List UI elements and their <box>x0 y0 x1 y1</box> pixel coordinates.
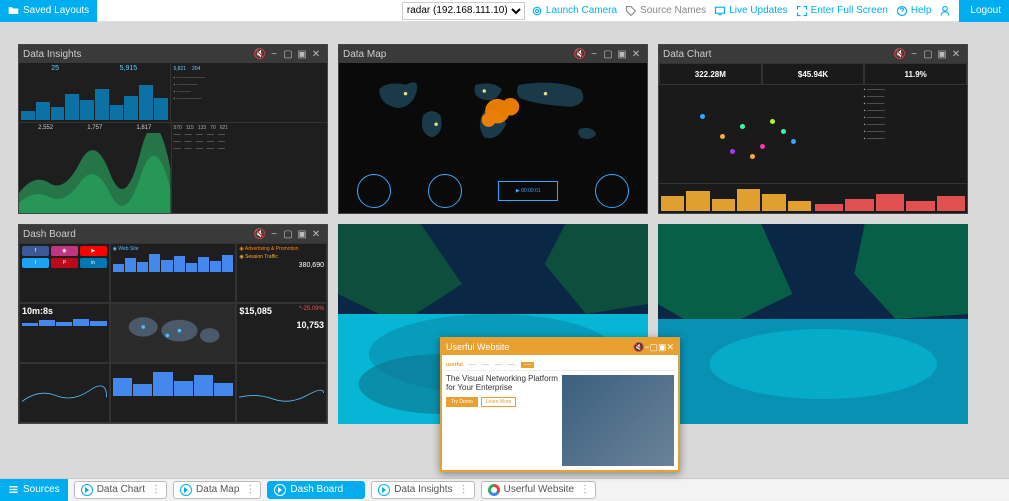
more-icon[interactable]: ⋮ <box>459 484 468 495</box>
window-icon[interactable]: ▢ <box>281 47 295 61</box>
scenic-image <box>658 224 968 424</box>
window-icon[interactable]: ▢ <box>649 342 658 353</box>
source-pill-data-insights[interactable]: Data Insights⋮ <box>371 481 474 499</box>
help-button[interactable]: Help <box>896 5 932 17</box>
monitor-icon <box>714 5 726 17</box>
stat-value: 11.9% <box>864 63 967 85</box>
close-icon[interactable]: ✕ <box>629 47 643 61</box>
play-icon <box>81 484 93 496</box>
mute-icon[interactable]: 🔇 <box>253 227 267 241</box>
panel-title: Data Chart <box>663 49 893 60</box>
globe-widget <box>357 174 391 208</box>
counter-widget: ▶ 00:00:01 <box>498 181 558 201</box>
window-icon[interactable]: ▢ <box>281 227 295 241</box>
bar-chart <box>813 184 967 213</box>
gauge-widget <box>595 174 629 208</box>
mute-icon[interactable]: 🔇 <box>573 47 587 61</box>
panel-data-insights[interactable]: Data Insights 🔇 − ▢ ▣ ✕ 25 5,915 5,82120… <box>18 44 328 214</box>
logout-button[interactable]: Logout <box>959 0 1009 22</box>
more-icon[interactable]: ⋮ <box>245 484 254 495</box>
host-select[interactable]: radar (192.168.111.10) <box>402 2 525 20</box>
source-pill-data-chart[interactable]: Data Chart⋮ <box>74 481 167 499</box>
panel-body: userful────────── The Visual Networking … <box>442 355 678 470</box>
maximize-icon[interactable]: ▣ <box>295 47 309 61</box>
hero-image <box>562 375 674 466</box>
play-icon <box>378 484 390 496</box>
maximize-icon[interactable]: ▣ <box>658 342 667 353</box>
chrome-icon <box>488 484 500 496</box>
panel-title: Userful Website <box>446 342 633 352</box>
layout-canvas[interactable]: Data Insights 🔇 − ▢ ▣ ✕ 25 5,915 5,82120… <box>0 22 1009 478</box>
mini-world-map <box>110 303 237 363</box>
panel-header[interactable]: Data Map 🔇 − ▢ ▣ ✕ <box>339 45 647 63</box>
panel-body: 25 5,915 5,821204 ▪ ────────▪ ──────▪ ──… <box>19 63 327 213</box>
expand-icon <box>796 5 808 17</box>
top-bar: Saved Layouts radar (192.168.111.10) Lau… <box>0 0 1009 22</box>
panel-header[interactable]: Data Chart 🔇 − ▢ ▣ ✕ <box>659 45 967 63</box>
panel-lake-2[interactable] <box>658 224 968 424</box>
panel-dash-board[interactable]: Dash Board 🔇 − ▢ ▣ ✕ f◉▶ tPin ◉ Web Site… <box>18 224 328 424</box>
sources-tab[interactable]: Sources <box>0 479 68 501</box>
maximize-icon[interactable]: ▣ <box>615 47 629 61</box>
bar-chart <box>659 184 813 213</box>
play-icon <box>274 484 286 496</box>
panel-data-chart[interactable]: Data Chart 🔇 − ▢ ▣ ✕ 322.28M $45.94K 11.… <box>658 44 968 214</box>
folder-icon <box>8 5 19 16</box>
user-button[interactable] <box>939 5 951 17</box>
window-icon[interactable]: ▢ <box>601 47 615 61</box>
more-icon[interactable]: ⋮ <box>349 484 358 495</box>
panel-body: 322.28M $45.94K 11.9% ▪ ─────▪ ─── <box>659 63 967 213</box>
more-icon[interactable]: ⋮ <box>580 484 589 495</box>
launch-camera-button[interactable]: Launch Camera <box>531 5 617 17</box>
fullscreen-button[interactable]: Enter Full Screen <box>796 5 888 17</box>
minimize-icon[interactable]: − <box>587 47 601 61</box>
panel-title: Dash Board <box>23 229 253 240</box>
live-updates-button[interactable]: Live Updates <box>714 5 787 17</box>
source-names-button[interactable]: Source Names <box>625 5 706 17</box>
panel-header[interactable]: Dash Board 🔇 − ▢ ▣ ✕ <box>19 225 327 243</box>
user-icon <box>939 5 951 17</box>
mute-icon[interactable]: 🔇 <box>253 47 267 61</box>
tag-icon <box>625 5 637 17</box>
minimize-icon[interactable]: − <box>267 47 281 61</box>
maximize-icon[interactable]: ▣ <box>295 227 309 241</box>
close-icon[interactable]: ✕ <box>949 47 963 61</box>
panel-title: Data Map <box>343 49 573 60</box>
play-icon <box>180 484 192 496</box>
help-icon <box>896 5 908 17</box>
panel-title: Data Insights <box>23 49 253 60</box>
globe-widget <box>428 174 462 208</box>
scatter-plot <box>659 85 862 183</box>
headline: The Visual Networking Platform for Your … <box>446 375 558 393</box>
legend: ▪ ─────▪ ─────▪ ─────▪ ─────▪ ─────▪ ───… <box>862 85 967 183</box>
close-icon[interactable]: ✕ <box>309 227 323 241</box>
panel-body: f◉▶ tPin ◉ Web Site ◉ Advertising & Prom… <box>19 243 327 423</box>
mute-icon[interactable]: 🔇 <box>633 342 644 353</box>
more-icon[interactable]: ⋮ <box>151 484 160 495</box>
list-icon <box>8 484 19 495</box>
source-pill-dash-board[interactable]: Dash Board⋮ <box>267 481 365 499</box>
panel-userful-website[interactable]: Userful Website 🔇 − ▢ ▣ ✕ userful───────… <box>440 337 680 472</box>
camera-icon <box>531 5 543 17</box>
close-icon[interactable]: ✕ <box>309 47 323 61</box>
source-pill-data-map[interactable]: Data Map⋮ <box>173 481 261 499</box>
panel-body: ▶ 00:00:01 <box>339 63 647 213</box>
panel-header[interactable]: Userful Website 🔇 − ▢ ▣ ✕ <box>442 339 678 355</box>
close-icon[interactable]: ✕ <box>666 342 674 353</box>
minimize-icon[interactable]: − <box>907 47 921 61</box>
maximize-icon[interactable]: ▣ <box>935 47 949 61</box>
panel-data-map[interactable]: Data Map 🔇 − ▢ ▣ ✕ <box>338 44 648 214</box>
cta-secondary[interactable]: Learn More <box>481 397 517 407</box>
mute-icon[interactable]: 🔇 <box>893 47 907 61</box>
source-pill-userful-website[interactable]: Userful Website⋮ <box>481 481 596 499</box>
minimize-icon[interactable]: − <box>267 227 281 241</box>
stat-value: 322.28M <box>659 63 762 85</box>
panel-header[interactable]: Data Insights 🔇 − ▢ ▣ ✕ <box>19 45 327 63</box>
saved-layouts-label: Saved Layouts <box>23 5 89 16</box>
stat-value: $45.94K <box>762 63 865 85</box>
bottom-bar: Sources Data Chart⋮ Data Map⋮ Dash Board… <box>0 478 1009 500</box>
cta-primary[interactable]: Try Demo <box>446 397 478 407</box>
window-icon[interactable]: ▢ <box>921 47 935 61</box>
saved-layouts-button[interactable]: Saved Layouts <box>0 0 97 22</box>
